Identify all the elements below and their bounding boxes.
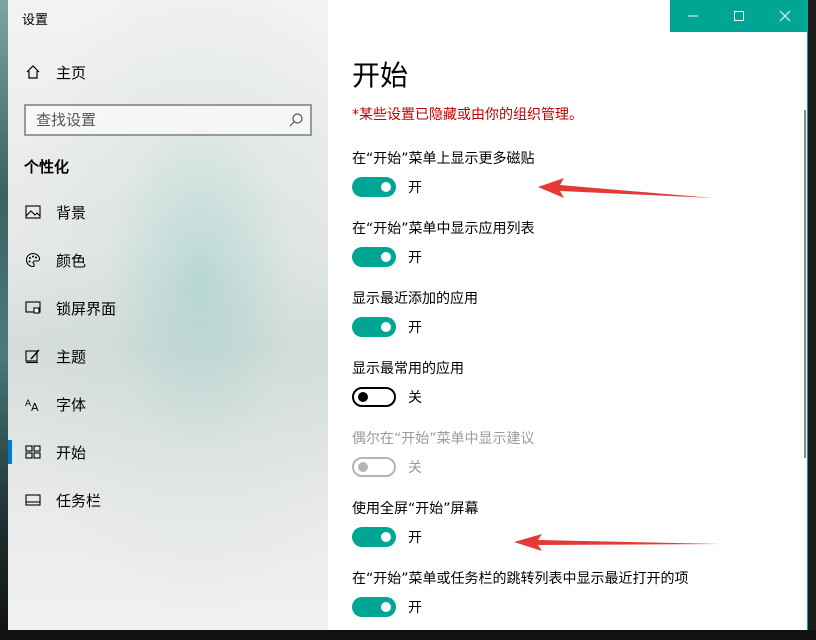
toggle-state-label: 开 [408,320,422,336]
toggle-knob [381,322,391,332]
maximize-button[interactable] [716,0,762,32]
setting-row-more-tiles: 开 [352,177,422,197]
sidebar-item-themes[interactable]: 主题 [24,342,86,370]
annotation-arrow-icon [514,534,720,551]
desktop-background [0,0,8,640]
svg-text:A: A [31,401,39,412]
sidebar-item-label: 主题 [56,347,87,366]
sidebar-item-colors[interactable]: 颜色 [24,246,86,274]
minimize-button[interactable] [670,0,716,32]
toggle-knob [358,462,368,472]
toggle-app-list[interactable] [352,247,396,267]
toggle-state-label: 开 [408,250,422,266]
page-title: 开始 [352,59,409,92]
toggle-recent-items[interactable] [352,597,396,617]
toggle-knob [381,252,391,262]
close-button[interactable] [762,0,807,32]
toggle-state-label: 开 [408,180,422,196]
toggle-state-label: 关 [408,460,422,476]
taskbar-icon [24,491,42,509]
sidebar-item-label: 开始 [56,443,87,462]
toggle-state-label: 关 [408,390,422,406]
toggle-state-label: 开 [408,600,422,616]
sidebar: 设置 主页 个性化 背景 颜色 [8,0,328,630]
home-icon [24,63,42,81]
taskbar-edge [0,630,816,640]
sidebar-item-label: 颜色 [56,251,87,270]
toggle-most-used[interactable] [352,387,396,407]
theme-brush-icon [24,347,42,365]
setting-label-most-used: 显示最常用的应用 [352,361,464,377]
sidebar-item-label: 任务栏 [56,491,102,510]
scrollbar[interactable] [804,110,806,458]
setting-label-suggestions: 偶尔在“开始”菜单中显示建议 [352,431,535,447]
sidebar-home-label: 主页 [56,63,87,82]
active-indicator [8,440,12,464]
sidebar-item-taskbar[interactable]: 任务栏 [24,486,101,514]
search-input[interactable] [26,106,276,134]
app-title: 设置 [22,13,49,28]
setting-label-more-tiles: 在“开始”菜单上显示更多磁贴 [352,151,535,167]
maximize-icon [734,11,744,21]
setting-row-app-list: 开 [352,247,422,267]
start-icon [24,443,42,461]
sidebar-item-label: 背景 [56,203,87,222]
search-icon[interactable] [288,112,304,132]
sidebar-item-label: 锁屏界面 [56,299,117,318]
search-box [24,104,312,136]
toggle-state-label: 开 [408,530,422,546]
sidebar-item-label: 字体 [56,395,87,414]
sidebar-item-background[interactable]: 背景 [24,198,86,226]
sidebar-item-fonts[interactable]: AA 字体 [24,390,86,418]
setting-label-recent-items: 在“开始”菜单或任务栏的跳转列表中显示最近打开的项 [352,571,689,587]
window-controls [670,0,807,32]
close-icon [779,10,791,22]
setting-label-fullscreen-start: 使用全屏“开始”屏幕 [352,501,479,517]
setting-row-recent-items: 开 [352,597,422,617]
minimize-icon [688,15,698,17]
picture-icon [24,203,42,221]
toggle-knob [381,602,391,612]
managed-notice: *某些设置已隐藏或由你的组织管理。 [352,107,583,123]
annotation-arrow-icon [538,178,713,198]
section-title-personalization: 个性化 [24,158,70,176]
toggle-recently-added[interactable] [352,317,396,337]
setting-row-recently-added: 开 [352,317,422,337]
toggle-knob [381,532,391,542]
sidebar-item-start[interactable]: 开始 [24,438,86,466]
toggle-knob [358,392,368,402]
font-icon: AA [24,395,42,413]
main-content: 开始 *某些设置已隐藏或由你的组织管理。 在“开始”菜单上显示更多磁贴 开 在“… [328,0,807,630]
toggle-suggestions [352,457,396,477]
setting-row-fullscreen-start: 开 [352,527,422,547]
setting-row-most-used: 关 [352,387,422,407]
setting-label-app-list: 在“开始”菜单中显示应用列表 [352,221,535,237]
toggle-knob [381,182,391,192]
palette-icon [24,251,42,269]
setting-label-recently-added: 显示最近添加的应用 [352,291,478,307]
toggle-more-tiles[interactable] [352,177,396,197]
toggle-fullscreen-start[interactable] [352,527,396,547]
lock-screen-icon [24,299,42,317]
setting-row-suggestions: 关 [352,457,422,477]
settings-window: 设置 主页 个性化 背景 颜色 [8,0,808,630]
sidebar-item-lock-screen[interactable]: 锁屏界面 [24,294,116,322]
sidebar-item-home[interactable]: 主页 [24,58,86,86]
